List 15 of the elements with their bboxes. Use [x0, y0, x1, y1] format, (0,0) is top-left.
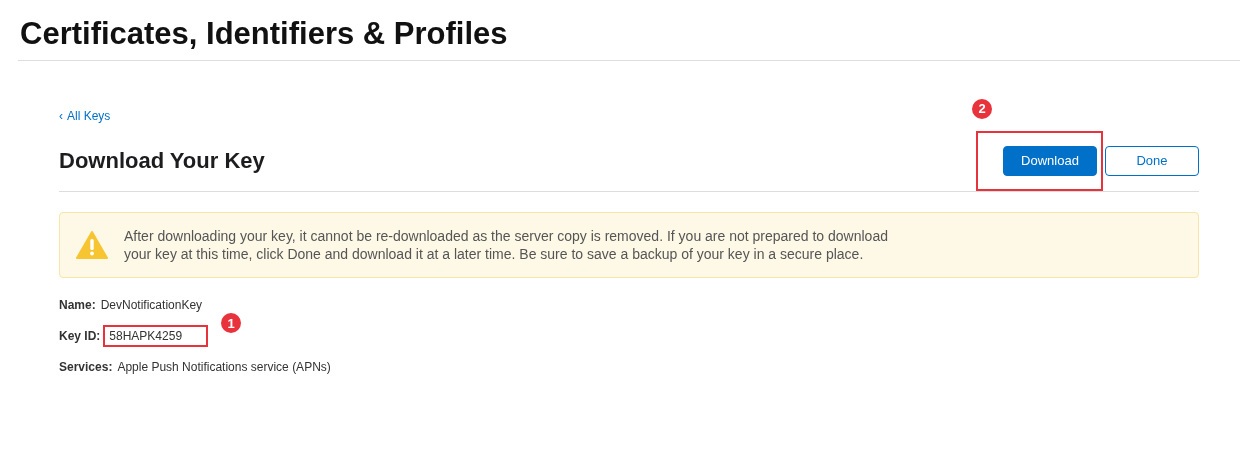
download-button[interactable]: Download — [1003, 145, 1097, 176]
back-link[interactable]: ‹ All Keys — [59, 109, 111, 123]
detail-value: Apple Push Notifications service (APNs) — [117, 360, 331, 374]
warning-icon — [76, 231, 108, 259]
page-heading: Download Your Key — [59, 147, 265, 174]
warning-text: After downloading your key, it cannot be re-downloaded as the server copy is removed. If you are not prepared to download your key at this time, click Done and download it at a later time. Be sure to save a backup of your key in a secure place. — [124, 227, 889, 263]
done-button[interactable]: Done — [1105, 145, 1199, 176]
step-badge: 2 — [972, 98, 992, 119]
detail-value: DevNotificationKey — [100, 298, 203, 312]
detail-label: Services: — [59, 360, 113, 374]
detail-value: 58HAPK4259 — [109, 329, 183, 343]
step-badge: 1 — [221, 313, 242, 333]
detail-label: Key ID: — [59, 329, 101, 343]
page-title: Certificates, Identifiers & Profiles — [20, 15, 509, 53]
detail-label: Name: — [59, 298, 96, 312]
